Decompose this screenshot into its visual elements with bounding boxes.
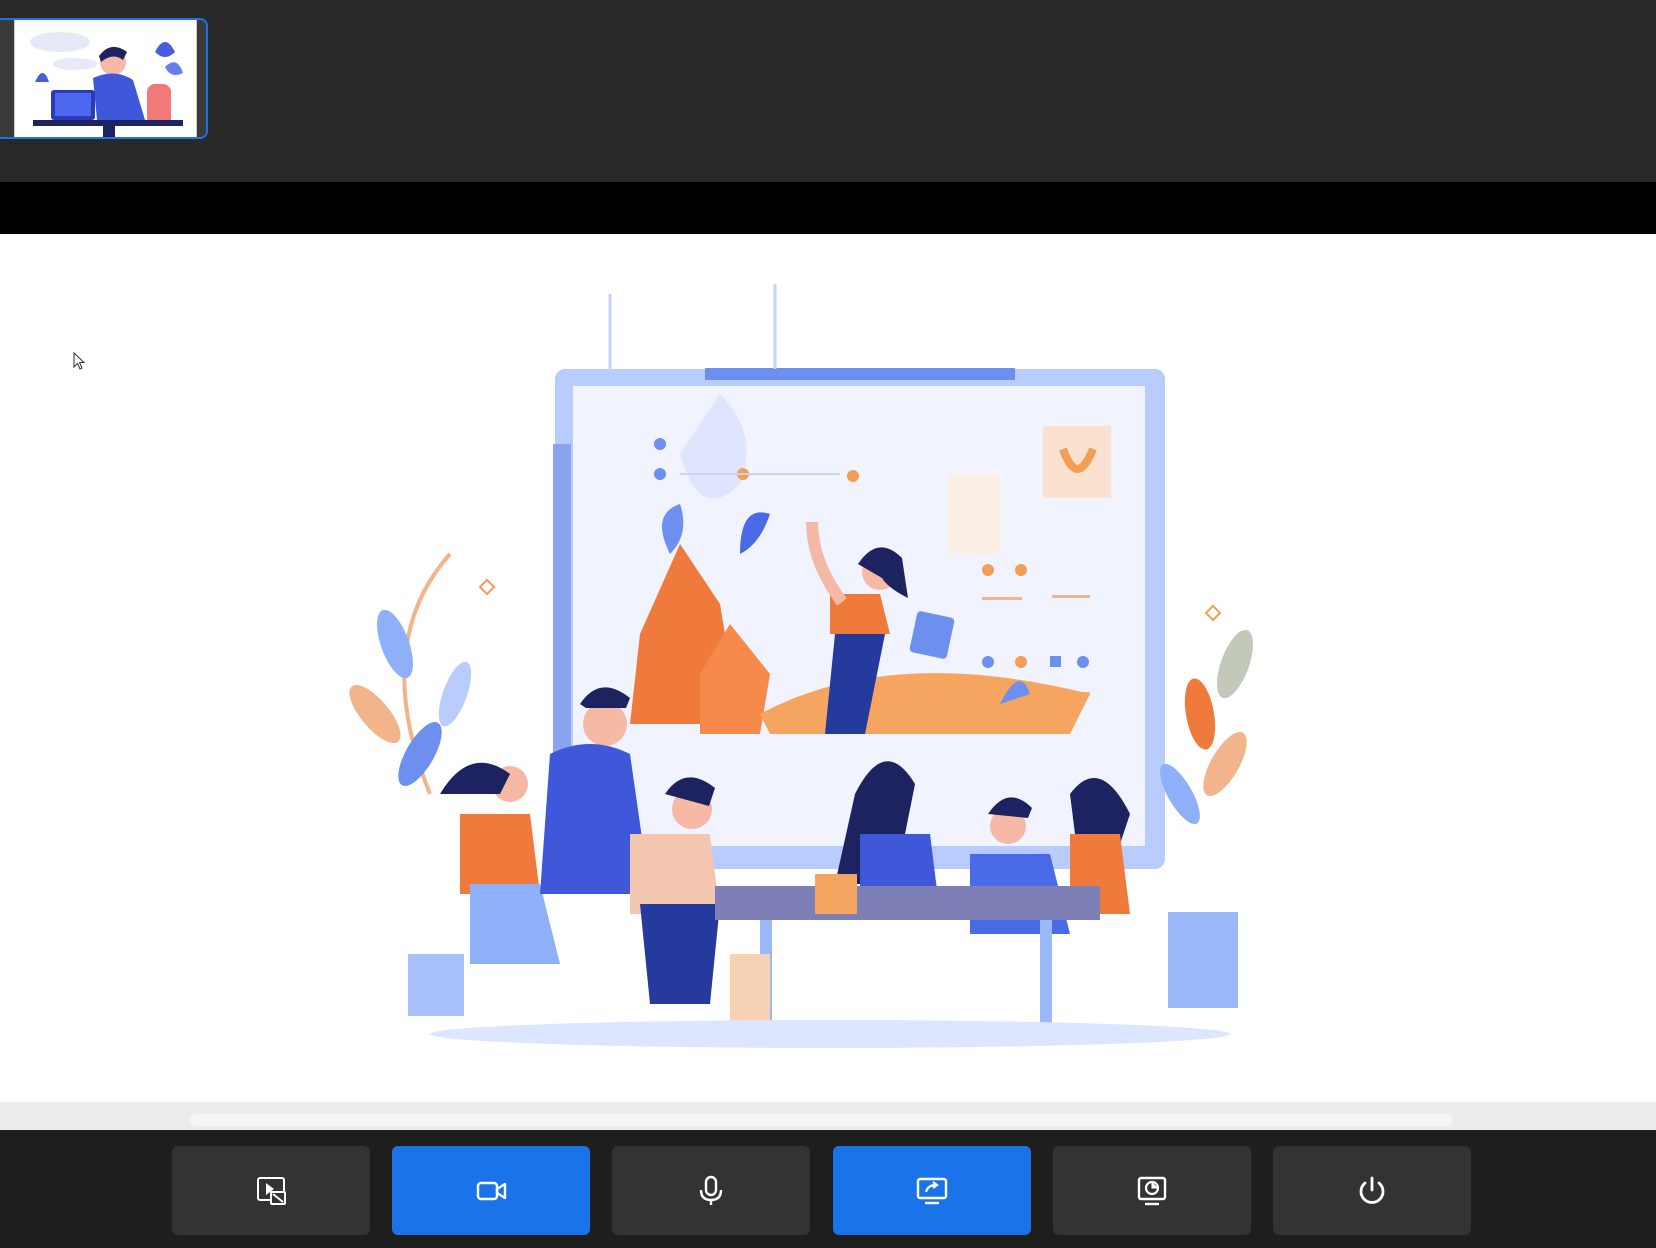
person-at-laptop-illustration bbox=[30, 32, 183, 137]
picture-in-picture-button[interactable] bbox=[172, 1146, 370, 1235]
microphone-icon bbox=[699, 1175, 723, 1205]
horizontal-scrollbar[interactable] bbox=[190, 1114, 1452, 1126]
share-screen-button[interactable] bbox=[833, 1146, 1031, 1235]
presentation-chart-icon bbox=[1137, 1176, 1167, 1205]
camera-button[interactable] bbox=[392, 1146, 590, 1235]
mouse-cursor-icon bbox=[73, 352, 86, 370]
team-meeting-illustration bbox=[349, 284, 1254, 1048]
stage-header-band bbox=[0, 182, 1656, 234]
call-controls-toolbar bbox=[0, 1130, 1656, 1248]
video-camera-icon bbox=[476, 1181, 507, 1200]
self-view-video bbox=[14, 20, 197, 137]
participants-strip bbox=[0, 0, 1656, 182]
pip-off-icon bbox=[257, 1176, 286, 1205]
shared-screen-view[interactable] bbox=[0, 234, 1656, 1102]
self-view-thumbnail[interactable] bbox=[0, 18, 208, 139]
power-icon bbox=[1359, 1176, 1385, 1204]
microphone-button[interactable] bbox=[612, 1146, 810, 1235]
leave-call-button[interactable] bbox=[1273, 1146, 1471, 1235]
screen-share-icon bbox=[916, 1177, 948, 1204]
presentation-button[interactable] bbox=[1053, 1146, 1251, 1235]
